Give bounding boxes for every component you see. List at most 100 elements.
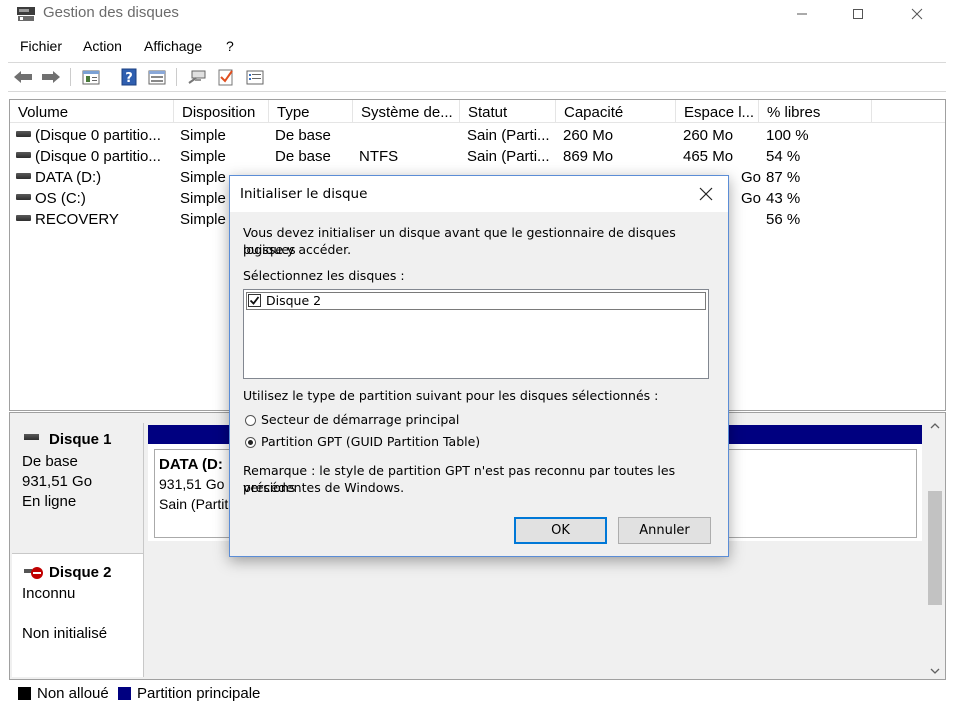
legend-primary-partition: Partition principale: [137, 685, 261, 702]
column-header-type[interactable]: Type: [269, 100, 353, 123]
connect-icon: [188, 70, 206, 84]
disk2-space: [148, 553, 922, 677]
volume-name: (Disque 0 partitio...: [35, 148, 161, 165]
free-space-cell: Go: [741, 190, 761, 207]
dialog-title: Initialiser le disque: [240, 186, 368, 202]
disk1-type: De base: [22, 453, 78, 470]
disposition-cell: Simple: [180, 127, 226, 144]
scroll-thumb[interactable]: [928, 491, 942, 605]
disk-listbox[interactable]: Disque 2: [243, 289, 709, 379]
select-disks-label: Sélectionnez les disques :: [243, 268, 405, 283]
disk-list-item[interactable]: Disque 2: [246, 292, 706, 310]
disposition-cell: Simple: [180, 148, 226, 165]
view-button[interactable]: [146, 66, 168, 88]
partition-size: 931,51 Go: [159, 476, 225, 492]
partition-label: DATA (D:: [159, 456, 223, 473]
dialog-close-button[interactable]: [692, 182, 720, 206]
table-row[interactable]: (Disque 0 partitio... Simple De base Sai…: [10, 125, 945, 146]
disk-icon: [24, 434, 39, 440]
disk2-status: Non initialisé: [22, 625, 108, 642]
column-header-volume[interactable]: Volume: [10, 100, 174, 123]
help-button[interactable]: ?: [118, 66, 140, 88]
disk2-checkbox[interactable]: [248, 294, 261, 307]
dialog-title-bar: Initialiser le disque: [230, 176, 728, 212]
ok-button[interactable]: OK: [514, 517, 607, 544]
filesystem-cell: [359, 125, 459, 146]
check-button[interactable]: [215, 66, 237, 88]
volume-name: (Disque 0 partitio...: [35, 127, 161, 144]
percent-free-cell: 87 %: [766, 169, 801, 186]
menu-affichage[interactable]: Affichage: [144, 38, 202, 54]
column-header-status[interactable]: Statut: [460, 100, 556, 123]
volume-icon: [16, 173, 31, 179]
status-cell: Sain (Parti...: [467, 127, 550, 144]
column-header-free-space[interactable]: Espace l...: [676, 100, 759, 123]
volume-cell: DATA (D:): [16, 167, 170, 188]
volume-name: RECOVERY: [35, 211, 119, 228]
forward-button[interactable]: [40, 66, 62, 88]
disk1-label[interactable]: Disque 1 De base 931,51 Go En ligne: [12, 423, 144, 553]
unallocated-swatch: [18, 687, 31, 700]
properties-button[interactable]: [80, 66, 102, 88]
volume-name: DATA (D:): [35, 169, 102, 186]
title-bar: Gestion des disques: [0, 0, 954, 30]
column-header-percent-free[interactable]: % libres: [759, 100, 872, 123]
capacity-cell: 869 Mo: [563, 148, 614, 165]
cancel-button[interactable]: Annuler: [618, 517, 711, 544]
toolbar: ?: [8, 62, 946, 92]
column-header-capacity[interactable]: Capacité: [556, 100, 676, 123]
close-icon: [911, 8, 923, 20]
type-cell: De base: [275, 127, 331, 144]
connect-button[interactable]: [186, 66, 208, 88]
volume-cell: (Disque 0 partitio...: [16, 146, 170, 167]
toolbar-separator: [70, 68, 71, 86]
percent-free-cell: 54 %: [766, 148, 801, 165]
partition-type-label: Utilisez le type de partition suivant po…: [243, 388, 659, 403]
menu-action[interactable]: Action: [83, 38, 122, 54]
disk2-name: Disque 2: [49, 564, 112, 581]
scroll-down-icon[interactable]: [929, 663, 941, 674]
mbr-option-label[interactable]: Secteur de démarrage principal: [261, 411, 459, 428]
minimize-button[interactable]: [779, 0, 825, 28]
check-icon: [218, 69, 233, 86]
disk-management-icon: [16, 5, 36, 23]
gpt-option-label[interactable]: Partition GPT (GUID Partition Table): [261, 433, 480, 450]
toolbar-separator: [176, 68, 177, 86]
volume-cell: (Disque 0 partitio...: [16, 125, 170, 146]
maximize-icon: [853, 9, 863, 19]
svg-text:?: ?: [125, 71, 133, 86]
column-header-filesystem[interactable]: Système de...: [353, 100, 460, 123]
free-space-cell: 465 Mo: [683, 148, 734, 165]
free-space-cell: 260 Mo: [683, 127, 734, 144]
volume-list-header: Volume Disposition Type Système de... St…: [10, 100, 945, 123]
checkmark-icon: [249, 296, 260, 305]
capacity-cell: 260 Mo: [563, 127, 614, 144]
gpt-radio[interactable]: [245, 437, 256, 448]
note-line2: précédentes de Windows.: [243, 480, 405, 495]
volume-icon: [16, 131, 31, 137]
volume-icon: [16, 215, 31, 221]
properties-icon: [82, 70, 100, 85]
list-button[interactable]: [244, 66, 266, 88]
disk-item-label: Disque 2: [266, 293, 322, 308]
maximize-button[interactable]: [835, 0, 881, 28]
menu-fichier[interactable]: Fichier: [20, 38, 62, 54]
menu-bar: Fichier Action Affichage ?: [0, 36, 954, 58]
table-row[interactable]: (Disque 0 partitio... Simple De base NTF…: [10, 146, 945, 167]
disk2-label[interactable]: Disque 2 Inconnu Non initialisé: [12, 553, 144, 677]
back-arrow-icon: [14, 71, 32, 83]
scroll-up-icon[interactable]: [929, 418, 941, 429]
back-button[interactable]: [12, 66, 34, 88]
view-icon: [148, 70, 166, 85]
type-cell: De base: [275, 148, 331, 165]
dialog-body: Vous devez initialiser un disque avant q…: [230, 212, 728, 556]
column-header-disposition[interactable]: Disposition: [174, 100, 269, 123]
vertical-scrollbar[interactable]: [925, 413, 944, 679]
disk2-type: Inconnu: [22, 585, 76, 602]
mbr-radio[interactable]: [245, 415, 256, 426]
percent-free-cell: 43 %: [766, 190, 801, 207]
close-button[interactable]: [894, 0, 940, 28]
initialize-disk-dialog: Initialiser le disque Vous devez initial…: [229, 175, 729, 557]
menu-help[interactable]: ?: [226, 38, 234, 54]
minimize-icon: [797, 13, 807, 15]
